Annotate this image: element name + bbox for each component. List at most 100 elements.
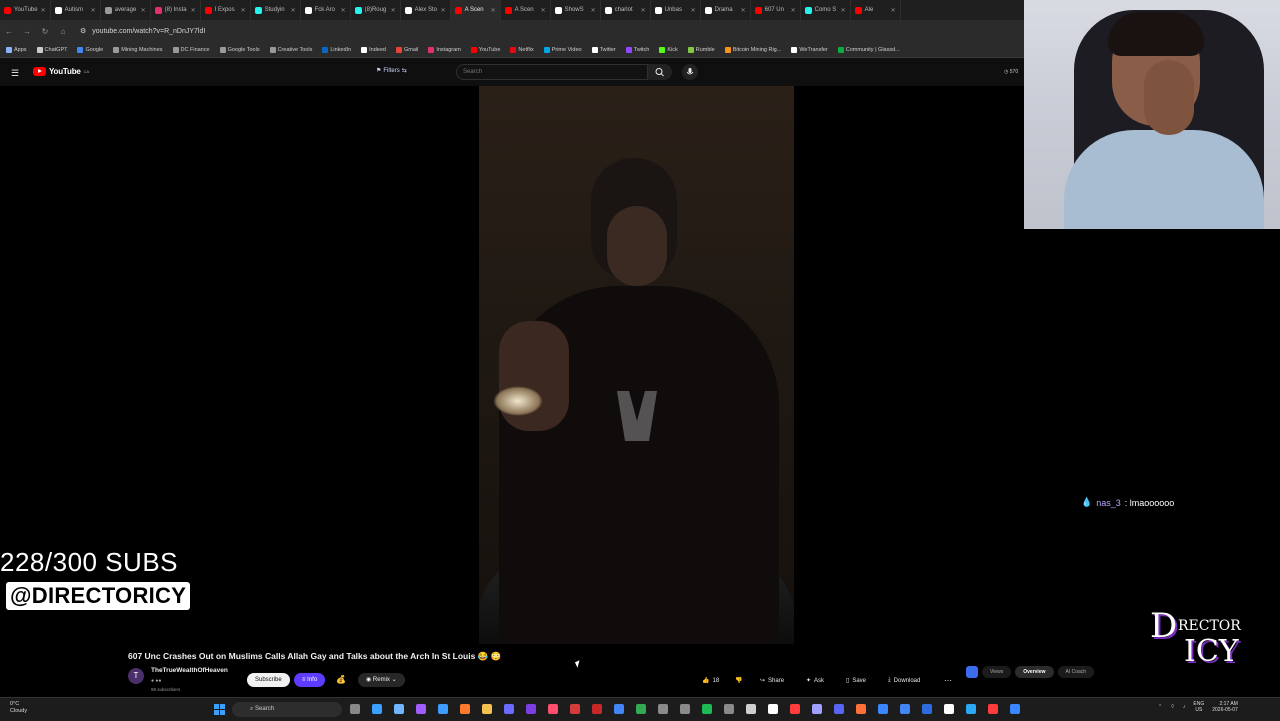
browser-tab[interactable]: (8) Insta ✕ bbox=[151, 0, 201, 20]
taskbar-app-icon[interactable] bbox=[372, 704, 382, 714]
site-info-icon[interactable]: ⚙ bbox=[80, 27, 86, 35]
taskbar-app-icon[interactable] bbox=[988, 704, 998, 714]
taskbar-app-icon[interactable] bbox=[548, 704, 558, 714]
info-button[interactable]: ≡ Info bbox=[294, 673, 326, 687]
bookmark-item[interactable]: Prime Video bbox=[543, 46, 582, 53]
home-icon[interactable]: ⌂ bbox=[54, 27, 72, 36]
taskbar-app-icon[interactable] bbox=[636, 704, 646, 714]
tab-close-icon[interactable]: ✕ bbox=[591, 7, 596, 14]
bookmark-item[interactable]: Community | Glassd... bbox=[837, 46, 900, 53]
bookmark-item[interactable]: Indeed bbox=[361, 46, 386, 53]
browser-tab[interactable]: Como S ✕ bbox=[801, 0, 851, 20]
extension-tab[interactable]: AI Coach bbox=[1057, 666, 1095, 678]
taskbar-app-icon[interactable] bbox=[966, 704, 976, 714]
bookmark-item[interactable]: LinkedIn bbox=[322, 46, 351, 53]
volume-icon[interactable]: ♪ bbox=[1183, 704, 1186, 710]
taskbar-app-icon[interactable] bbox=[790, 704, 800, 714]
browser-tab[interactable]: Unbas ✕ bbox=[651, 0, 701, 20]
bookmark-item[interactable]: WeTransfer bbox=[791, 46, 828, 53]
browser-tab[interactable]: A Scen ✕ bbox=[450, 0, 501, 20]
tab-close-icon[interactable]: ✕ bbox=[341, 7, 346, 14]
bookmark-item[interactable]: ChatGPT bbox=[36, 46, 67, 53]
taskbar-app-icon[interactable] bbox=[438, 704, 448, 714]
hamburger-menu-icon[interactable]: ☰ bbox=[11, 68, 19, 79]
download-button[interactable]: ⤓ Download bbox=[888, 674, 920, 687]
filters-button[interactable]: ⚑ Filters ⇆ bbox=[376, 67, 407, 75]
bookmark-item[interactable]: Mining Machines bbox=[113, 46, 163, 53]
browser-tab[interactable]: ShowS ✕ bbox=[551, 0, 601, 20]
bookmark-item[interactable]: Rumble bbox=[687, 46, 715, 53]
extension-tab[interactable]: Views bbox=[982, 666, 1012, 678]
back-icon[interactable]: ← bbox=[0, 27, 18, 36]
windows-start-icon[interactable] bbox=[214, 704, 225, 715]
taskbar-app-icon[interactable] bbox=[922, 704, 932, 714]
network-icon[interactable]: ⌔ bbox=[1170, 704, 1175, 710]
taskbar-app-icon[interactable] bbox=[460, 704, 470, 714]
bookmark-item[interactable]: Twitch bbox=[625, 46, 649, 53]
url-field[interactable]: ⚙ youtube.com/watch?v=R_nDnJY7ldI bbox=[80, 27, 205, 36]
taskbar-app-icon[interactable] bbox=[350, 704, 360, 714]
browser-tab[interactable]: I Expos ✕ bbox=[201, 0, 251, 20]
taskbar-app-icon[interactable] bbox=[702, 704, 712, 714]
bookmark-item[interactable]: Creative Tools bbox=[269, 46, 312, 53]
taskbar-app-icon[interactable] bbox=[570, 704, 580, 714]
taskbar-app-icon[interactable] bbox=[416, 704, 426, 714]
taskbar-app-icon[interactable] bbox=[724, 704, 734, 714]
tab-close-icon[interactable]: ✕ bbox=[191, 7, 196, 14]
video-player[interactable] bbox=[479, 86, 794, 644]
taskbar-app-icon[interactable] bbox=[900, 704, 910, 714]
taskbar-app-icon[interactable] bbox=[1010, 704, 1020, 714]
browser-tab[interactable]: (8)Roug ✕ bbox=[351, 0, 401, 20]
tab-close-icon[interactable]: ✕ bbox=[241, 7, 246, 14]
bookmark-item[interactable]: Bitcoin Mining Rig... bbox=[724, 46, 781, 53]
tab-close-icon[interactable]: ✕ bbox=[841, 7, 846, 14]
bookmark-item[interactable]: Google Tools bbox=[219, 46, 260, 53]
share-button[interactable]: ↪ Share bbox=[760, 674, 784, 687]
taskbar-app-icon[interactable] bbox=[680, 704, 690, 714]
tab-close-icon[interactable]: ✕ bbox=[141, 7, 146, 14]
weather-widget[interactable]: 0°C Cloudy bbox=[10, 701, 27, 715]
tab-close-icon[interactable]: ✕ bbox=[91, 7, 96, 14]
tab-close-icon[interactable]: ✕ bbox=[741, 7, 746, 14]
taskbar-app-icon[interactable] bbox=[834, 704, 844, 714]
search-input[interactable]: Search bbox=[456, 64, 648, 80]
browser-tab[interactable]: Fck Aro ✕ bbox=[301, 0, 351, 20]
remix-button[interactable]: ◉ Remix ⌄ bbox=[358, 673, 405, 687]
tab-close-icon[interactable]: ✕ bbox=[441, 7, 446, 14]
taskbar-app-icon[interactable] bbox=[746, 704, 756, 714]
tab-close-icon[interactable]: ✕ bbox=[641, 7, 646, 14]
like-button[interactable]: 👍 18 bbox=[702, 674, 719, 687]
save-button[interactable]: ▯ Save bbox=[846, 674, 866, 687]
bookmark-item[interactable]: YouTube bbox=[470, 46, 500, 53]
browser-tab[interactable]: charlot ✕ bbox=[601, 0, 651, 20]
youtube-logo[interactable]: YouTube CA bbox=[33, 67, 89, 76]
browser-tab[interactable]: Autism ✕ bbox=[51, 0, 101, 20]
extension-icon[interactable] bbox=[966, 666, 978, 678]
tab-close-icon[interactable]: ✕ bbox=[691, 7, 696, 14]
tab-close-icon[interactable]: ✕ bbox=[891, 7, 896, 14]
browser-tab[interactable]: A Scen ✕ bbox=[501, 0, 551, 20]
browser-tab[interactable]: 607 Un ✕ bbox=[751, 0, 801, 20]
browser-tab[interactable]: Alex Sto ✕ bbox=[401, 0, 451, 20]
tab-close-icon[interactable]: ✕ bbox=[291, 7, 296, 14]
tab-close-icon[interactable]: ✕ bbox=[791, 7, 796, 14]
bookmark-item[interactable]: Kick bbox=[659, 46, 678, 53]
taskbar-app-icon[interactable] bbox=[944, 704, 954, 714]
system-clock[interactable]: 2:17 AM 2026-05-07 bbox=[1212, 701, 1238, 713]
taskbar-app-icon[interactable] bbox=[856, 704, 866, 714]
browser-tab[interactable]: YouTube ✕ bbox=[0, 0, 51, 20]
subscribe-button[interactable]: Subscribe bbox=[247, 673, 290, 687]
tray-arrow-icon[interactable]: ⌃ bbox=[1158, 704, 1162, 710]
bookmark-item[interactable]: Apps bbox=[6, 46, 27, 53]
taskbar-app-icon[interactable] bbox=[526, 704, 536, 714]
language-indicator[interactable]: ENG US bbox=[1193, 701, 1204, 713]
extension-tab[interactable]: Overview bbox=[1015, 666, 1054, 678]
browser-tab[interactable]: Studyin ✕ bbox=[251, 0, 301, 20]
channel-avatar[interactable]: T bbox=[128, 668, 144, 684]
tab-close-icon[interactable]: ✕ bbox=[491, 7, 496, 14]
taskbar-app-icon[interactable] bbox=[482, 704, 492, 714]
browser-tab[interactable]: Ale ✕ bbox=[851, 0, 901, 20]
microphone-button[interactable] bbox=[682, 64, 698, 80]
taskbar-app-icon[interactable] bbox=[768, 704, 778, 714]
taskbar-app-icon[interactable] bbox=[592, 704, 602, 714]
